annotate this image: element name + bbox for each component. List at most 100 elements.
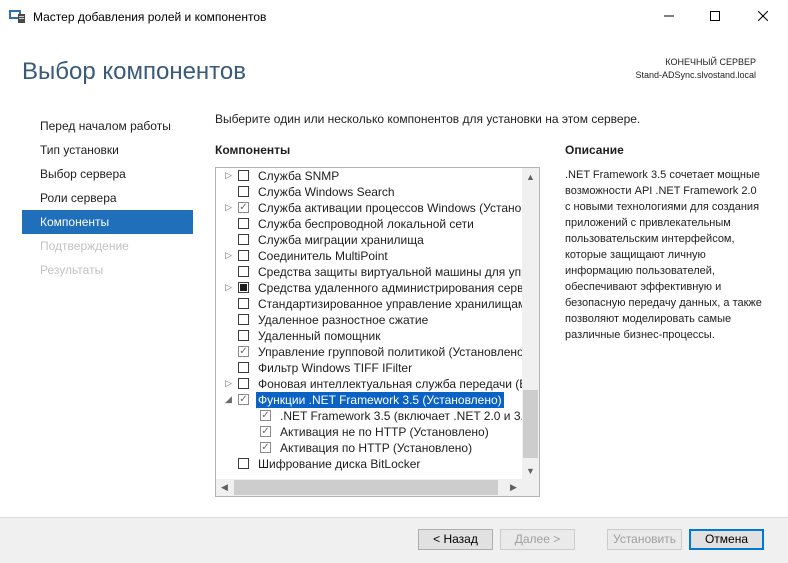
- destination-server-name: Stand-ADSync.slvostand.local: [635, 70, 756, 80]
- feature-row[interactable]: ✓ Активация не по HTTP (Установлено): [216, 424, 523, 440]
- nav-item-before-you-begin[interactable]: Перед началом работы: [22, 114, 193, 138]
- feature-label: Фоновая интеллектуальная служба передачи…: [258, 377, 523, 391]
- page-title: Выбор компонентов: [22, 58, 247, 85]
- feature-checkbox[interactable]: [238, 234, 249, 245]
- nav-item-results: Результаты: [40, 263, 104, 277]
- feature-row[interactable]: Удаленное разностное сжатие: [216, 312, 523, 328]
- nav-item-confirmation: Подтверждение: [40, 239, 129, 253]
- description-heading: Описание: [565, 143, 624, 157]
- nav-item-features[interactable]: Компоненты: [22, 210, 193, 234]
- wizard-steps-nav: Перед началом работы Тип установки Выбор…: [22, 114, 193, 282]
- feature-label: Удаленное разностное сжатие: [258, 313, 429, 327]
- feature-label: Активация не по HTTP (Установлено): [280, 425, 489, 439]
- feature-label: Удаленный помощник: [258, 329, 381, 343]
- feature-row[interactable]: Служба Windows Search: [216, 184, 523, 200]
- feature-row[interactable]: ▷ Средства удаленного администрирования с…: [216, 280, 523, 296]
- feature-checkbox[interactable]: [238, 314, 249, 325]
- feature-checkbox[interactable]: ✓: [260, 442, 271, 453]
- feature-label: Функции .NET Framework 3.5 (Установлено): [256, 392, 504, 408]
- feature-row[interactable]: ▷ Соединитель MultiPoint: [216, 248, 523, 264]
- feature-row[interactable]: Служба миграции хранилища: [216, 232, 523, 248]
- feature-label: Шифрование диска BitLocker: [258, 457, 421, 471]
- feature-row[interactable]: Средства защиты виртуальной машины для у…: [216, 264, 523, 280]
- window-title: Мастер добавления ролей и компонентов: [33, 10, 267, 24]
- nav-item-server-selection[interactable]: Выбор сервера: [22, 162, 193, 186]
- feature-checkbox[interactable]: [238, 330, 249, 341]
- feature-label: Служба активации процессов Windows (Уста…: [258, 201, 523, 215]
- feature-checkbox[interactable]: [238, 298, 249, 309]
- footer-bar: < Назад Далее > Установить Отмена: [0, 517, 788, 563]
- scroll-up-icon[interactable]: ▲: [522, 168, 539, 185]
- feature-checkbox[interactable]: [238, 458, 249, 469]
- instruction-text: Выберите один или несколько компонентов …: [215, 112, 641, 126]
- minimize-icon: [664, 15, 674, 17]
- feature-checkbox[interactable]: [238, 186, 249, 197]
- horizontal-scroll-thumb[interactable]: [234, 480, 498, 495]
- cancel-button[interactable]: Отмена: [689, 529, 764, 550]
- feature-checkbox[interactable]: [238, 282, 249, 293]
- vertical-scroll-thumb[interactable]: [523, 390, 538, 458]
- feature-label: Фильтр Windows TIFF IFilter: [258, 361, 413, 375]
- scroll-down-icon[interactable]: ▼: [522, 462, 539, 479]
- feature-checkbox[interactable]: [238, 266, 249, 277]
- feature-label: Стандартизированное управление хранилища…: [258, 297, 523, 311]
- vertical-scrollbar[interactable]: ▲ ▼: [522, 168, 539, 479]
- feature-label: Управление групповой политикой (Установл…: [258, 345, 523, 359]
- feature-checkbox[interactable]: [238, 218, 249, 229]
- expander-collapsed-icon[interactable]: ▷: [224, 283, 233, 292]
- server-manager-icon: [9, 10, 25, 23]
- description-text: .NET Framework 3.5 сочетает мощные возмо…: [565, 169, 762, 341]
- feature-checkbox[interactable]: ✓: [260, 426, 271, 437]
- scroll-corner: [522, 479, 539, 496]
- feature-label: Служба беспроводной локальной сети: [258, 217, 474, 231]
- feature-row[interactable]: Удаленный помощник: [216, 328, 523, 344]
- feature-checkbox[interactable]: ✓: [260, 410, 271, 421]
- feature-row[interactable]: ✓ Активация по HTTP (Установлено): [216, 440, 523, 456]
- expander-collapsed-icon[interactable]: ▷: [224, 379, 233, 388]
- feature-checkbox[interactable]: [238, 378, 249, 389]
- feature-row[interactable]: ✓ .NET Framework 3.5 (включает .NET 2.0 и…: [216, 408, 523, 424]
- scroll-right-icon[interactable]: ▶: [505, 479, 522, 496]
- feature-checkbox[interactable]: [238, 250, 249, 261]
- feature-row[interactable]: Служба беспроводной локальной сети: [216, 216, 523, 232]
- features-tree-rows: ▷ Служба SNMP Служба Windows Search ▷ ✓ Служб…: [216, 168, 523, 479]
- feature-label: Служба миграции хранилища: [258, 233, 424, 247]
- feature-row[interactable]: ▷ ✓ Служба активации процессов Windows (Ус…: [216, 200, 523, 216]
- features-tree[interactable]: ▷ Служба SNMP Служба Windows Search ▷ ✓ Служб…: [215, 167, 540, 497]
- feature-checkbox[interactable]: [238, 362, 249, 373]
- horizontal-scrollbar[interactable]: ◀ ▶: [216, 479, 539, 496]
- scroll-left-icon[interactable]: ◀: [216, 479, 233, 496]
- title-bar: Мастер добавления ролей и компонентов: [0, 0, 788, 34]
- feature-label: Активация по HTTP (Установлено): [280, 441, 473, 455]
- feature-row[interactable]: Стандартизированное управление хранилища…: [216, 296, 523, 312]
- feature-label: .NET Framework 3.5 (включает .NET 2.0 и …: [280, 409, 523, 423]
- close-button[interactable]: [740, 0, 786, 32]
- feature-checkbox[interactable]: ✓: [238, 346, 249, 357]
- next-button: Далее >: [500, 529, 575, 550]
- feature-label: Соединитель MultiPoint: [258, 249, 388, 263]
- expander-collapsed-icon[interactable]: ▷: [224, 251, 233, 260]
- feature-label: Средства удаленного администрирования се…: [258, 281, 523, 295]
- feature-checkbox[interactable]: ✓: [238, 202, 249, 213]
- close-icon: [758, 11, 768, 21]
- expander-collapsed-icon[interactable]: ▷: [224, 171, 233, 180]
- feature-row[interactable]: Шифрование диска BitLocker: [216, 456, 523, 472]
- minimize-button[interactable]: [646, 0, 692, 32]
- destination-server-label: КОНЕЧНЫЙ СЕРВЕР: [665, 57, 756, 67]
- maximize-button[interactable]: [692, 0, 738, 32]
- feature-row[interactable]: ✓ Управление групповой политикой (Установ…: [216, 344, 523, 360]
- feature-row[interactable]: ◢ ✓ Функции .NET Framework 3.5 (Установлен…: [216, 392, 523, 408]
- components-heading: Компоненты: [215, 143, 291, 157]
- nav-item-installation-type[interactable]: Тип установки: [22, 138, 193, 162]
- back-button[interactable]: < Назад: [418, 529, 493, 550]
- feature-row[interactable]: Фильтр Windows TIFF IFilter: [216, 360, 523, 376]
- feature-checkbox[interactable]: [238, 170, 249, 181]
- nav-item-server-roles[interactable]: Роли сервера: [22, 186, 193, 210]
- feature-row[interactable]: ▷ Служба SNMP: [216, 168, 523, 184]
- feature-row[interactable]: ▷ Фоновая интеллектуальная служба передач…: [216, 376, 523, 392]
- install-button: Установить: [607, 529, 682, 550]
- expander-expanded-icon[interactable]: ◢: [224, 395, 233, 404]
- expander-collapsed-icon[interactable]: ▷: [224, 203, 233, 212]
- feature-label: Средства защиты виртуальной машины для у…: [258, 265, 523, 279]
- feature-checkbox[interactable]: ✓: [238, 394, 249, 405]
